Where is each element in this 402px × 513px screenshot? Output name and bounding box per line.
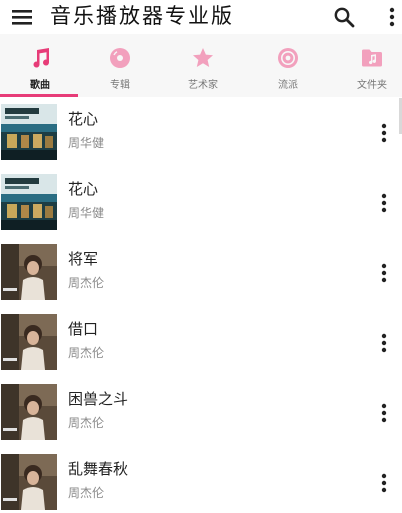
song-artist: 周杰伦 xyxy=(68,416,105,430)
album-cover-b xyxy=(1,244,57,300)
tab-albums[interactable]: 专辑 xyxy=(80,34,160,97)
tab-genres[interactable]: 流派 xyxy=(248,34,328,97)
app-bar: 音乐播放器专业版 xyxy=(0,0,402,34)
song-artist: 周华健 xyxy=(68,206,105,220)
tab-label: 艺术家 xyxy=(188,80,218,91)
more-vertical-icon[interactable] xyxy=(376,261,392,285)
album-cover-b xyxy=(1,384,57,440)
more-vertical-icon[interactable] xyxy=(376,331,392,355)
song-artist: 周华健 xyxy=(68,136,105,150)
song-title: 花心 xyxy=(68,110,99,128)
more-vertical-icon[interactable] xyxy=(376,471,392,495)
song-title: 乱舞春秋 xyxy=(68,460,129,478)
song-title: 困兽之斗 xyxy=(68,390,129,408)
music-note-icon xyxy=(33,48,50,68)
more-vertical-icon[interactable] xyxy=(376,121,392,145)
album-cover-a xyxy=(1,104,57,160)
song-row[interactable]: 将军 周杰伦 xyxy=(0,237,402,308)
song-list: 花心 周华健 花心 周华健 将军 周杰伦 借口 周杰伦 困兽之斗 周杰伦 乱舞春… xyxy=(0,97,402,513)
song-title: 借口 xyxy=(68,320,99,338)
album-cover-b xyxy=(1,314,57,370)
song-artist: 周杰伦 xyxy=(68,346,105,360)
star-icon xyxy=(193,48,213,67)
tab-label: 专辑 xyxy=(110,80,130,91)
more-vertical-icon[interactable] xyxy=(376,401,392,425)
music-folder-icon xyxy=(362,49,382,67)
song-artist: 周杰伦 xyxy=(68,276,105,290)
app-title: 音乐播放器专业版 xyxy=(50,4,234,28)
tab-label: 流派 xyxy=(278,80,298,91)
song-row[interactable]: 花心 周华健 xyxy=(0,167,402,238)
album-cover-a xyxy=(1,174,57,230)
tab-bar: 歌曲 专辑 艺术家 流派 文件夹 xyxy=(0,34,402,97)
search-icon[interactable] xyxy=(332,5,356,29)
tab-artists[interactable]: 艺术家 xyxy=(163,34,243,97)
tab-songs[interactable]: 歌曲 xyxy=(0,34,80,97)
tab-folders[interactable]: 文件夹 xyxy=(332,34,402,97)
song-title: 花心 xyxy=(68,180,99,198)
song-row[interactable]: 花心 周华健 xyxy=(0,97,402,168)
song-row[interactable]: 乱舞春秋 周杰伦 xyxy=(0,447,402,513)
more-vertical-icon[interactable] xyxy=(376,191,392,215)
song-title: 将军 xyxy=(68,250,99,268)
album-cover-b xyxy=(1,454,57,510)
tab-label: 歌曲 xyxy=(30,80,50,91)
more-vertical-icon[interactable] xyxy=(382,5,402,29)
song-artist: 周杰伦 xyxy=(68,486,105,500)
song-row[interactable]: 困兽之斗 周杰伦 xyxy=(0,377,402,448)
tab-label: 文件夹 xyxy=(357,80,387,91)
album-disc-icon xyxy=(110,48,130,68)
hamburger-menu-icon[interactable] xyxy=(10,6,34,28)
song-row[interactable]: 借口 周杰伦 xyxy=(0,307,402,378)
genre-vinyl-icon xyxy=(278,48,298,68)
